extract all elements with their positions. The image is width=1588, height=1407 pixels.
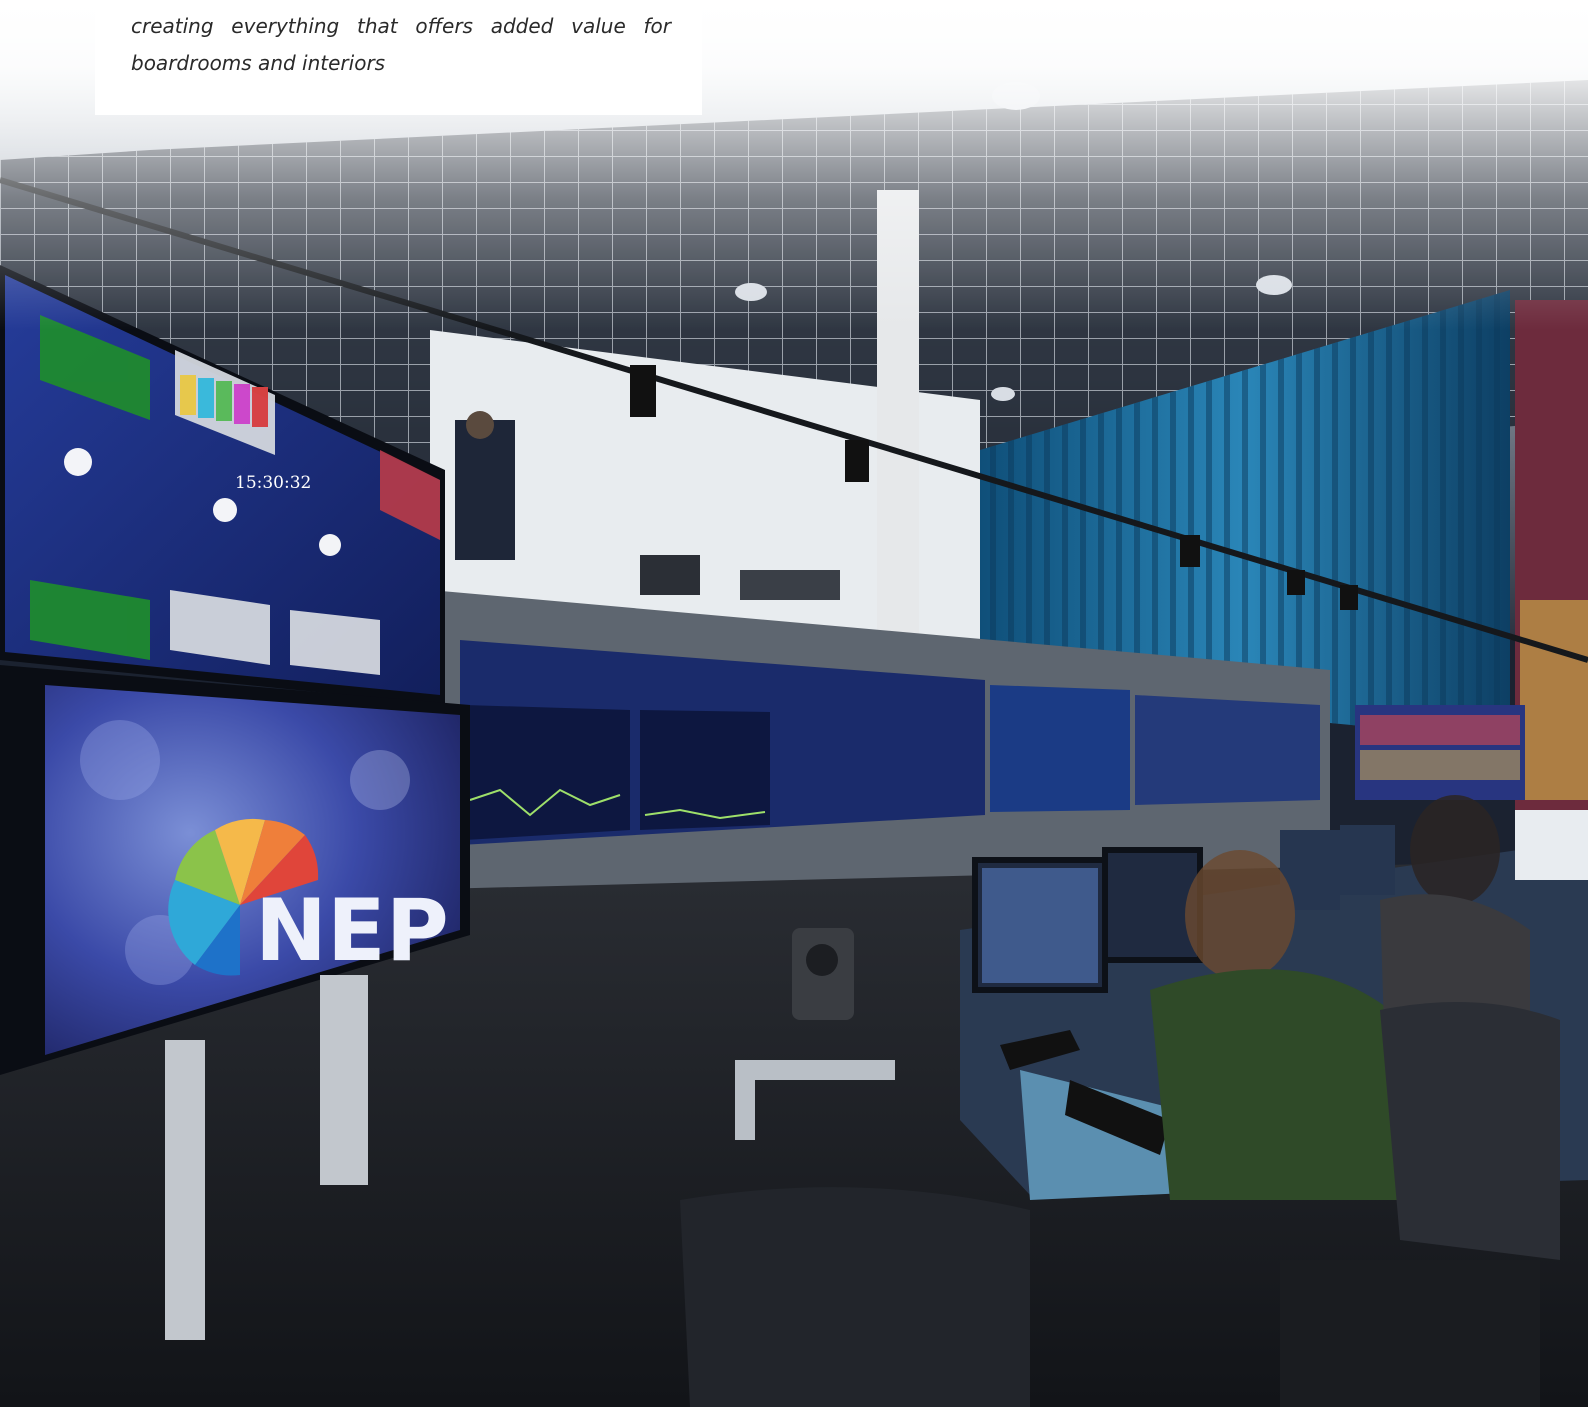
monitor-clock-text: 15:30:32: [235, 473, 311, 493]
caption-text: creating everything that offers added va…: [131, 14, 671, 75]
nep-logo-text: NEP: [255, 881, 449, 981]
caption-box: creating everything that offers added va…: [95, 0, 702, 115]
control-room-photo: 15:30:32 NEP: [0, 0, 1588, 1407]
